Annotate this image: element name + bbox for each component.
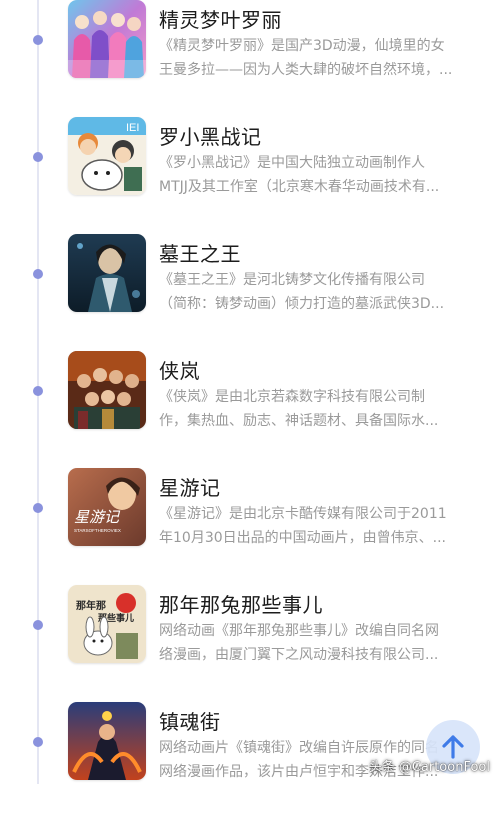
timeline-dot: [33, 269, 43, 279]
item-title[interactable]: 墓王之王: [159, 238, 489, 267]
cover-thumbnail-xingyouji[interactable]: 星游记 STARSOFTHEROVIEX: [68, 468, 146, 546]
timeline-dot: [33, 386, 43, 396]
item-desc-line1: 网络动画《那年那兔那些事儿》改编自同名网: [159, 623, 439, 639]
item-desc-line1: 《精灵梦叶罗丽》是国产3D动漫，仙境里的女: [159, 38, 445, 54]
cover-image: [68, 0, 146, 78]
item-desc-line1: 《星游记》是由北京卡酷传媒有限公司于2011: [159, 506, 447, 522]
thumb-text: 星游记: [74, 508, 121, 526]
list-item[interactable]: 墓王之王 《墓王之王》是河北铸梦文化传播有限公司 （简称：铸梦动画）倾力打造的墓…: [0, 234, 500, 351]
item-desc-line1: 《侠岚》是由北京若森数字科技有限公司制: [159, 389, 425, 405]
cover-thumbnail-yeluoli[interactable]: [68, 0, 146, 78]
item-desc-line2: MTJJ及其工作室（北京寒木春华动画技术有...: [159, 179, 440, 195]
timeline-dot: [33, 620, 43, 630]
item-title[interactable]: 精灵梦叶罗丽: [159, 4, 489, 33]
timeline-dot: [33, 503, 43, 513]
watermark: 头条 @CartoonFool: [368, 760, 490, 775]
item-desc-line2: 年10月30日出品的中国动画片，由曾伟京、...: [159, 530, 446, 546]
list-item[interactable]: 那年那 那些事儿 那年那兔那些事儿 网络动画《那年那兔那些事儿》改编自同名网 络…: [0, 585, 500, 702]
cover-thumbnail-zhenhunjie[interactable]: [68, 702, 146, 780]
item-desc-line2: 作，集热血、励志、神话题材、具备国际水...: [159, 413, 439, 429]
item-desc-line2: 王曼多拉——因为人类大肆的破坏自然环境，...: [159, 62, 453, 78]
list-item[interactable]: 侠岚 《侠岚》是由北京若森数字科技有限公司制 作，集热血、励志、神话题材、具备国…: [0, 351, 500, 468]
list-item[interactable]: 星游记 STARSOFTHEROVIEX 星游记 《星游记》是由北京卡酷传媒有限…: [0, 468, 500, 585]
cover-image: [68, 702, 146, 780]
cover-thumbnail-xialan[interactable]: [68, 351, 146, 429]
item-desc-line1: 《墓王之王》是河北铸梦文化传播有限公司: [159, 272, 425, 288]
cover-image: 星游记 STARSOFTHEROVIEX: [68, 468, 146, 546]
list-item[interactable]: IEI 罗小黑战记 《罗小黑战记》是中国大陆独立动画制作人 MTJJ及其工作室（…: [0, 117, 500, 234]
timeline-dot: [33, 35, 43, 45]
cover-image: [68, 234, 146, 312]
list-item[interactable]: 精灵梦叶罗丽 《精灵梦叶罗丽》是国产3D动漫，仙境里的女 王曼多拉——因为人类大…: [0, 0, 500, 117]
item-desc-line2: （简称：铸梦动画）倾力打造的墓派武侠3D...: [159, 296, 445, 312]
item-title[interactable]: 那年那兔那些事儿: [159, 589, 489, 618]
cover-thumbnail-muwangzhiwang[interactable]: [68, 234, 146, 312]
item-desc-line1: 《罗小黑战记》是中国大陆独立动画制作人: [159, 155, 425, 171]
cover-thumbnail-luoxiaohei[interactable]: IEI: [68, 117, 146, 195]
thumb-text: IEI: [126, 122, 139, 134]
timeline-dot: [33, 152, 43, 162]
item-title[interactable]: 星游记: [159, 472, 489, 501]
cover-image: 那年那 那些事儿: [68, 585, 146, 663]
item-desc-line2: 络漫画，由厦门翼下之风动漫科技有限公司...: [159, 647, 439, 663]
timeline-dot: [33, 737, 43, 747]
cover-image: IEI: [68, 117, 146, 195]
cover-image: [68, 351, 146, 429]
item-title[interactable]: 罗小黑战记: [159, 121, 489, 150]
thumb-subtext: STARSOFTHEROVIEX: [74, 528, 121, 533]
item-title[interactable]: 侠岚: [159, 355, 489, 384]
thumb-text-line1: 那年那: [76, 599, 106, 612]
cover-thumbnail-natu[interactable]: 那年那 那些事儿: [68, 585, 146, 663]
